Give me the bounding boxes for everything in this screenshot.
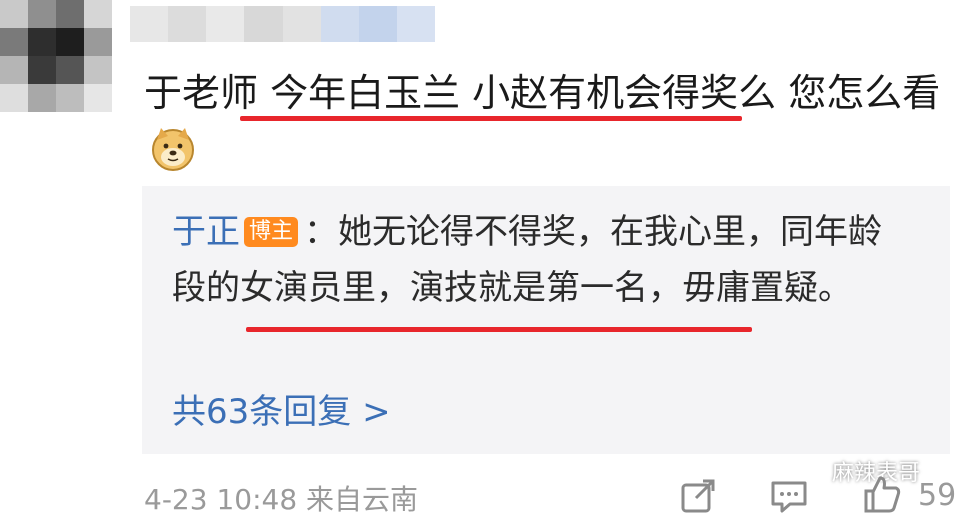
thumbs-up-icon[interactable] [862, 474, 902, 518]
reply-author[interactable]: 于正 [172, 212, 240, 252]
view-replies-link[interactable]: 共63条回复 > [172, 384, 391, 433]
reply-separator: ： [304, 212, 339, 252]
comment-meta: 4-23 10:48 来自云南 [144, 478, 418, 518]
author-badge: 博主 [244, 217, 299, 247]
timestamp: 4-23 10:48 [144, 483, 298, 516]
underline-highlight [246, 327, 752, 332]
doge-icon [150, 126, 196, 172]
like-count: 59 [918, 478, 957, 513]
underline-highlight [240, 116, 742, 121]
wechat-icon [790, 454, 824, 488]
username-blurred[interactable] [130, 6, 435, 42]
avatar[interactable] [0, 0, 112, 112]
share-icon[interactable] [680, 478, 716, 518]
comment-body: 于老师 今年白玉兰 小赵有机会得奖么 您怎么看 [144, 64, 944, 180]
reply-preview[interactable]: 于正 博主 ：她无论得不得奖，在我心里，同年龄段的女演员里，演技就是第一名，毋庸置疑… [142, 186, 950, 454]
location: 来自云南 [306, 483, 419, 516]
comment-text: 于老师 今年白玉兰 小赵有机会得奖么 您怎么看 [144, 71, 941, 115]
reply-content: 于正 博主 ：她无论得不得奖，在我心里，同年龄段的女演员里，演技就是第一名，毋庸置疑… [172, 204, 912, 316]
